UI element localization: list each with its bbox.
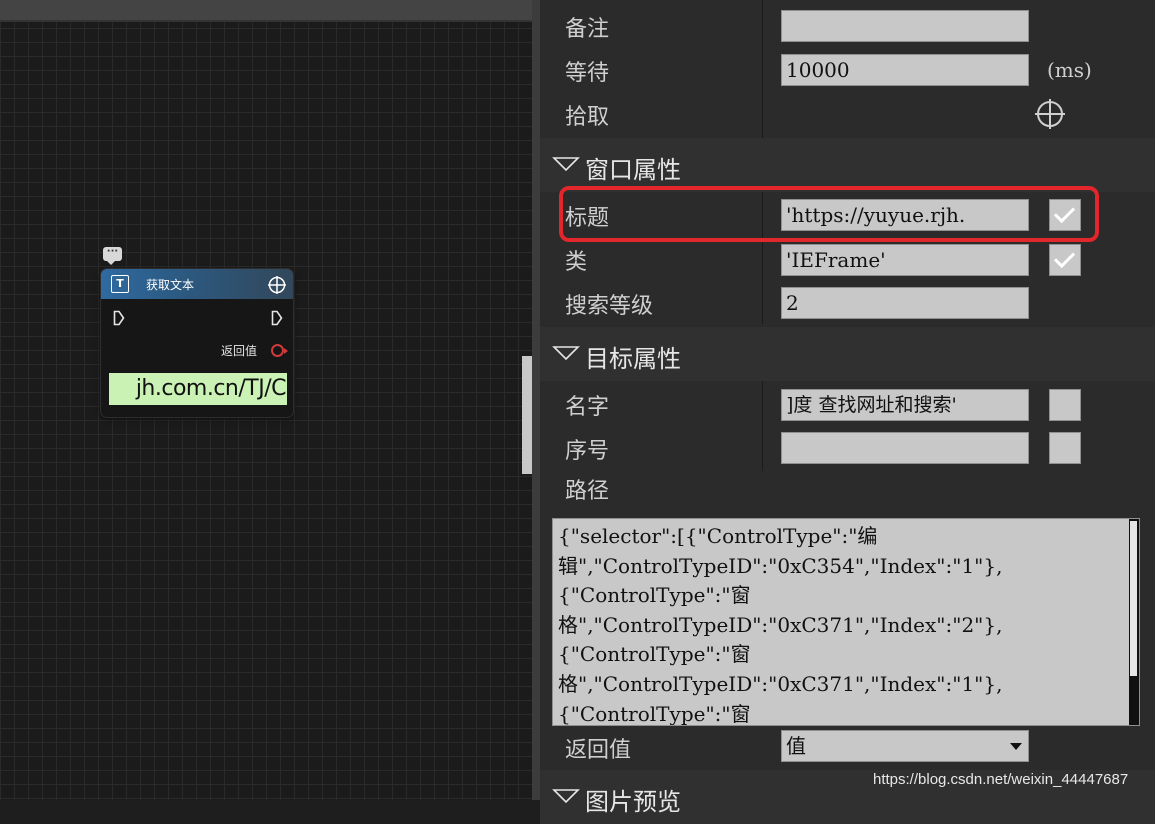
target-section-title: 目标属性: [585, 345, 681, 373]
remark-label: 备注: [565, 17, 610, 42]
name-label: 名字: [565, 395, 610, 420]
class-checkbox[interactable]: [1049, 244, 1081, 276]
crosshair-icon[interactable]: [1033, 97, 1067, 131]
canvas-toolbar: [0, 0, 532, 22]
target-properties-section[interactable]: 目标属性: [540, 327, 1155, 381]
index-label: 序号: [565, 439, 610, 464]
name-field[interactable]: ]度 查找网址和搜索': [781, 389, 1029, 421]
wait-unit-label: (ms): [1047, 58, 1092, 82]
collapse-icon[interactable]: [552, 788, 580, 804]
exec-out-pin-icon[interactable]: [271, 310, 283, 326]
return-value-select[interactable]: 值: [781, 730, 1029, 762]
highlight-annotation: [559, 186, 1099, 242]
class-label: 类: [565, 250, 588, 275]
watermark: https://blog.csdn.net/weixin_44447687: [873, 771, 1129, 788]
search-level-label: 搜索等级: [565, 294, 654, 319]
path-textarea[interactable]: {"selector":[{"ControlType":"编 辑","Contr…: [552, 518, 1140, 726]
wait-label: 等待: [565, 61, 610, 86]
return-value-pin-icon[interactable]: [271, 344, 288, 357]
return-value-label: 返回值: [565, 738, 632, 763]
node-header[interactable]: T 获取文本: [101, 269, 293, 299]
window-section-title: 窗口属性: [585, 156, 681, 184]
collapse-icon[interactable]: [552, 156, 580, 172]
get-text-node[interactable]: T 获取文本 返回值 jh.com.cn/TJ/C: [101, 269, 293, 417]
node-title: 获取文本: [146, 278, 195, 292]
column-separator: [762, 381, 763, 471]
node-text-preview: jh.com.cn/TJ/C: [109, 373, 287, 405]
path-scrollbar-thumb[interactable]: [1130, 521, 1137, 676]
flow-canvas[interactable]: ··· T 获取文本 返回值 jh.com.cn/TJ/C: [0, 0, 532, 800]
return-value-label: 返回值: [221, 344, 258, 358]
panel-splitter[interactable]: [532, 0, 540, 800]
window-properties-section[interactable]: 窗口属性: [540, 138, 1155, 192]
index-field[interactable]: [781, 432, 1029, 464]
collapse-icon[interactable]: [552, 345, 580, 361]
pick-label: 拾取: [565, 105, 610, 130]
class-field[interactable]: 'IEFrame': [781, 244, 1029, 276]
comment-icon[interactable]: ···: [103, 247, 122, 265]
text-icon: T: [111, 275, 129, 293]
wait-field[interactable]: 10000: [781, 54, 1029, 86]
column-separator: [762, 0, 763, 138]
path-text: {"selector":[{"ControlType":"编 辑","Contr…: [558, 524, 1003, 726]
index-checkbox[interactable]: [1049, 432, 1081, 464]
chevron-down-icon: [1010, 743, 1022, 750]
path-scrollbar[interactable]: [1129, 519, 1139, 725]
target-icon[interactable]: [267, 275, 287, 295]
name-checkbox[interactable]: [1049, 389, 1081, 421]
return-value-selected: 值: [786, 734, 806, 758]
canvas-scrollbar[interactable]: [522, 356, 532, 474]
search-level-field[interactable]: 2: [781, 287, 1029, 319]
path-label: 路径: [565, 479, 610, 504]
remark-field[interactable]: [781, 10, 1029, 42]
exec-in-pin-icon[interactable]: [113, 310, 125, 326]
properties-panel: 备注 等待 10000 (ms) 拾取 窗口属性 标题 'https://yuy…: [540, 0, 1155, 824]
